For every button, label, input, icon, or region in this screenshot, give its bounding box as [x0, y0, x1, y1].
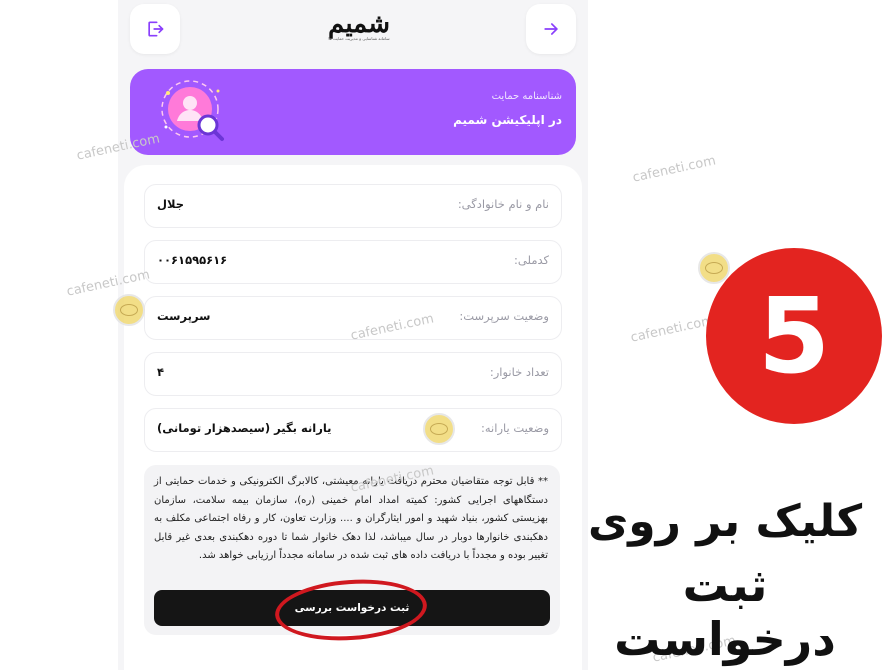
- field-value: جلال: [157, 197, 184, 211]
- field-subsidy-status: وضعیت یارانه: یارانه بگیر (سیصدهزار توما…: [144, 408, 562, 452]
- instruction-line-2: ثبت درخواست: [614, 558, 836, 666]
- field-value: ۰۰۶۱۵۹۵۶۱۶: [157, 253, 228, 267]
- field-label: نام و نام خانوادگی:: [457, 197, 549, 211]
- instruction-line-1: کلیک بر روی: [587, 496, 863, 547]
- field-national-code: کدملی: ۰۰۶۱۵۹۵۶۱۶: [144, 240, 562, 284]
- banner-subtitle: شناسنامه حمایت: [491, 91, 562, 102]
- field-label: کدملی:: [514, 253, 549, 267]
- logo-text: شمیم: [328, 9, 390, 39]
- support-banner: شناسنامه حمایت در اپلیکیشن شمیم: [130, 69, 576, 155]
- field-label: وضعیت سرپرست:: [459, 309, 549, 323]
- user-search-icon: [161, 80, 224, 141]
- watermark-seal: [113, 294, 145, 326]
- logout-icon: [148, 21, 164, 37]
- field-label: وضعیت یارانه:: [481, 421, 549, 435]
- field-value: سرپرست: [157, 309, 211, 323]
- logo-subtitle: سامانه شناسایی و مدیریت حمایت ها: [328, 36, 390, 41]
- watermark: cafeneti.com: [629, 313, 716, 346]
- arrow-right-icon: [544, 23, 558, 35]
- watermark-seal: [423, 413, 455, 445]
- banner-title: در اپلیکیشن شمیم: [453, 113, 562, 127]
- forward-button[interactable]: [526, 4, 576, 54]
- field-full-name: نام و نام خانوادگی: جلال: [144, 184, 562, 228]
- field-household-count: تعداد خانوار: ۴: [144, 352, 562, 396]
- step-number-badge: 5: [706, 248, 882, 424]
- step-number: 5: [757, 275, 831, 397]
- field-value: یارانه بگیر (سیصدهزار تومانی): [157, 421, 332, 435]
- field-value: ۴: [157, 365, 165, 379]
- logout-button[interactable]: [130, 4, 180, 54]
- watermark: cafeneti.com: [631, 153, 718, 186]
- field-label: تعداد خانوار:: [489, 365, 549, 379]
- app-logo: شمیم سامانه شناسایی و مدیریت حمایت ها: [314, 9, 404, 46]
